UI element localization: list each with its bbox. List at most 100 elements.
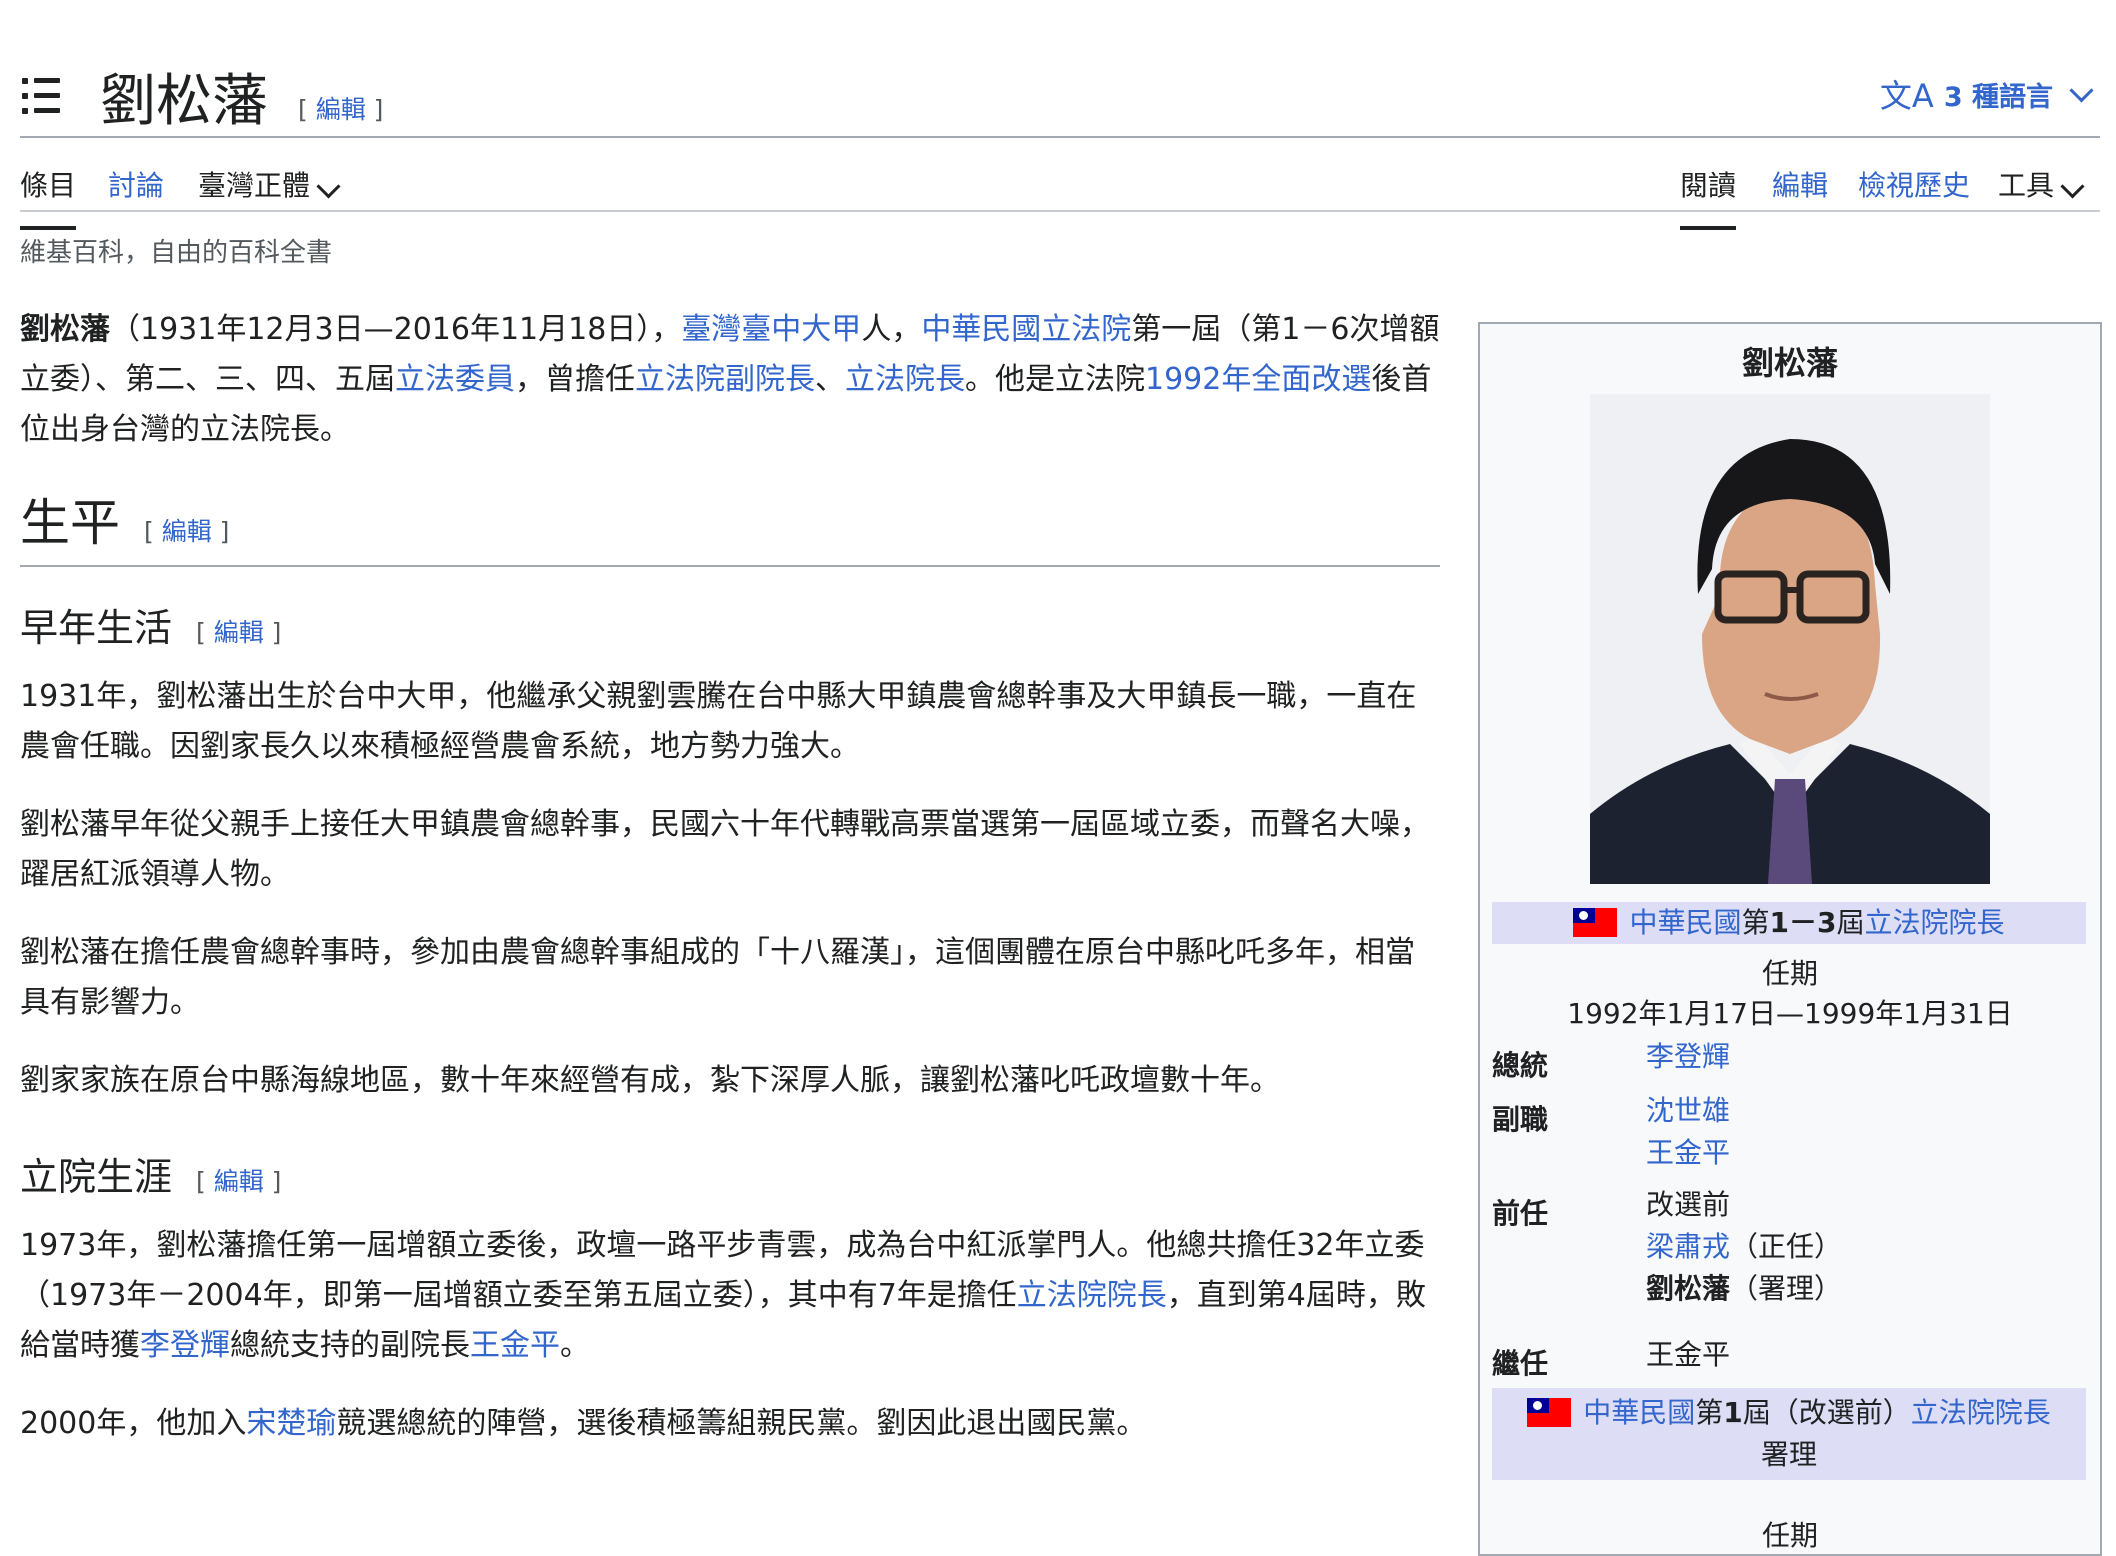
successor-name: 王金平 bbox=[1646, 1338, 1731, 1371]
text: 競選總統的陣營，選後積極籌組親民黨。劉因此退出國民黨。 bbox=[336, 1406, 1147, 1441]
link-wang-jin-pyng[interactable]: 王金平 bbox=[470, 1328, 560, 1363]
row-label: 副職 bbox=[1492, 1103, 1549, 1136]
tab-talk[interactable]: 討論 bbox=[108, 164, 164, 204]
link-legislative-yuan[interactable]: 中華民國立法院 bbox=[921, 312, 1131, 347]
office-title: 中華民國第1屆（改選前）立法院院長 bbox=[1492, 1392, 2086, 1434]
text: 。 bbox=[560, 1328, 590, 1363]
link-legislator[interactable]: 立法委員 bbox=[395, 362, 515, 397]
heading-text: 早年生活 bbox=[20, 606, 173, 650]
predecessor-2: 劉松藩（署理） bbox=[1646, 1268, 1842, 1310]
portrait-photo bbox=[1590, 394, 1990, 884]
row-label: 繼任 bbox=[1492, 1347, 1549, 1380]
roc-flag-icon bbox=[1573, 908, 1618, 937]
paragraph: 1931年，劉松藩出生於台中大甲，他繼承父親劉雲騰在台中縣大甲鎮農會總幹事及大甲… bbox=[20, 679, 1417, 764]
infobox-title: 劉松藩 bbox=[1741, 344, 1838, 382]
tools-dropdown[interactable]: 工具 bbox=[1998, 164, 2087, 204]
text: 人， bbox=[861, 312, 922, 347]
site-tagline: 維基百科，自由的百科全書 bbox=[20, 238, 333, 268]
link-liang-su-yung[interactable]: 梁肅戎 bbox=[1646, 1230, 1730, 1263]
edit-link[interactable]: 編輯 bbox=[214, 618, 264, 647]
office-header: 中華民國第1屆（改選前）立法院院長 署理 bbox=[1492, 1388, 2086, 1480]
infobox: 劉松藩 中華民國第1－3屆立法院院長 任期 1992年1月17日—1999年1月… bbox=[1478, 322, 2102, 1556]
text: ，曾擔任 bbox=[515, 362, 635, 397]
section-edit: [ 編輯 ] bbox=[144, 517, 230, 546]
link-lee-teng-hui[interactable]: 李登輝 bbox=[1646, 1036, 1730, 1078]
text: 第 bbox=[1741, 906, 1770, 939]
tab-history[interactable]: 檢視歷史 bbox=[1858, 164, 1970, 204]
text: （1931年12月3日—2016年11月18日）， bbox=[110, 312, 682, 347]
title-bar: 劉松藩 [ 編輯 ] 文A 3 種語言 bbox=[20, 48, 2100, 138]
subject-name: 劉松藩 bbox=[20, 312, 110, 347]
tools-label: 工具 bbox=[1998, 169, 2055, 202]
portrait-image[interactable] bbox=[1590, 394, 1990, 884]
section-edit: [ 編輯 ] bbox=[196, 618, 282, 647]
link-president-ly[interactable]: 立法院院長 bbox=[1911, 1396, 2051, 1429]
link-roc[interactable]: 中華民國 bbox=[1583, 1396, 1695, 1429]
paragraph: 2000年，他加入宋楚瑜競選總統的陣營，選後積極籌組親民黨。劉因此退出國民黨。 bbox=[20, 1399, 1440, 1449]
text: 屆 bbox=[1836, 906, 1865, 939]
section-heading-biography: 生平 [ 編輯 ] bbox=[20, 483, 1440, 567]
language-count-label: 3 種語言 bbox=[1943, 81, 2053, 113]
chevron-down-icon bbox=[2069, 77, 2094, 103]
heading-text: 立院生涯 bbox=[20, 1155, 173, 1199]
link-taichung-dajia[interactable]: 臺灣臺中大甲 bbox=[681, 312, 861, 347]
row-label: 總統 bbox=[1492, 1049, 1549, 1082]
term-number: 1 bbox=[1723, 1396, 1743, 1429]
toc-menu-icon[interactable] bbox=[22, 78, 62, 114]
text: 、 bbox=[815, 362, 845, 397]
text: 。他是立法院 bbox=[965, 362, 1145, 397]
variant-label: 臺灣正體 bbox=[198, 169, 311, 202]
term-number: 1－3 bbox=[1769, 906, 1837, 939]
title-edit-link: [ 編輯 ] bbox=[298, 95, 384, 124]
text: （署理） bbox=[1730, 1272, 1843, 1305]
link-james-soong[interactable]: 宋楚瑜 bbox=[246, 1406, 336, 1441]
text: 屆（改選前） bbox=[1742, 1396, 1911, 1429]
section-edit: [ 編輯 ] bbox=[196, 1167, 282, 1196]
term-dates: 1992年1月17日—1999年1月31日 bbox=[1567, 997, 2013, 1030]
chevron-down-icon bbox=[316, 174, 341, 199]
link-president-ly[interactable]: 立法院院長 bbox=[1017, 1278, 1167, 1313]
edit-link[interactable]: 編輯 bbox=[316, 95, 366, 124]
term-label: 任期 bbox=[1761, 957, 1818, 990]
section-heading-early-life: 早年生活 [ 編輯 ] bbox=[20, 597, 1440, 652]
row-label: 前任 bbox=[1492, 1197, 1549, 1230]
roc-flag-icon bbox=[1527, 1398, 1572, 1427]
link-president-ly[interactable]: 立法院院長 bbox=[1865, 906, 2005, 939]
variant-dropdown[interactable]: 臺灣正體 bbox=[198, 164, 343, 204]
section-heading-career: 立院生涯 [ 編輯 ] bbox=[20, 1146, 1440, 1201]
self-name: 劉松藩 bbox=[1646, 1272, 1731, 1305]
page-title: 劉松藩 bbox=[100, 69, 268, 134]
edit-link[interactable]: 編輯 bbox=[162, 517, 212, 546]
link-shen-shih-hsiung[interactable]: 沈世雄 bbox=[1646, 1090, 1730, 1132]
text: 第 bbox=[1695, 1396, 1724, 1429]
tab-edit[interactable]: 編輯 bbox=[1772, 164, 1828, 204]
text: 2000年，他加入 bbox=[20, 1406, 247, 1441]
link-wang-jin-pyng[interactable]: 王金平 bbox=[1646, 1132, 1730, 1174]
link-1992-election[interactable]: 1992年全面改選 bbox=[1145, 362, 1371, 397]
paragraph: 1973年，劉松藩擔任第一屆增額立委後，政壇一路平步青雲，成為台中紅派掌門人。他… bbox=[20, 1221, 1440, 1371]
office-header: 中華民國第1－3屆立法院院長 bbox=[1492, 902, 2086, 944]
link-vice-president-ly[interactable]: 立法院副院長 bbox=[635, 362, 815, 397]
edit-link[interactable]: 編輯 bbox=[214, 1167, 264, 1196]
tab-article[interactable]: 條目 bbox=[20, 164, 77, 230]
text: （正任） bbox=[1730, 1230, 1843, 1263]
language-button[interactable]: 文A 3 種語言 bbox=[1880, 72, 2096, 116]
paragraph: 劉松藩在擔任農會總幹事時，參加由農會總幹事組成的「十八羅漢」，這個團體在原台中縣… bbox=[20, 935, 1415, 1020]
predecessor-1: 梁肅戎（正任） bbox=[1646, 1226, 1842, 1268]
heading-text: 生平 bbox=[20, 494, 120, 552]
text: 總統支持的副院長 bbox=[230, 1328, 470, 1363]
lead-paragraph: 劉松藩（1931年12月3日—2016年11月18日），臺灣臺中大甲人，中華民國… bbox=[20, 305, 1440, 455]
acting-label: 署理 bbox=[1760, 1438, 1817, 1471]
paragraph: 劉松藩早年從父親手上接任大甲鎮農會總幹事，民國六十年代轉戰高票當選第一屆區域立委… bbox=[20, 807, 1430, 892]
page-tabs: 條目 討論 臺灣正體 閱讀 編輯 檢視歷史 工具 bbox=[20, 136, 2100, 230]
chevron-down-icon bbox=[2060, 174, 2085, 199]
article-body: 劉松藩（1931年12月3日—2016年11月18日），臺灣臺中大甲人，中華民國… bbox=[20, 305, 1440, 1477]
term-label: 任期 bbox=[1761, 1519, 1818, 1552]
paragraph: 劉家家族在原台中縣海線地區，數十年來經營有成，紮下深厚人脈，讓劉松藩叱吒政壇數十… bbox=[20, 1063, 1280, 1098]
link-roc[interactable]: 中華民國 bbox=[1629, 906, 1741, 939]
link-lee-teng-hui[interactable]: 李登輝 bbox=[140, 1328, 230, 1363]
translate-icon: 文A bbox=[1879, 77, 1934, 115]
predecessor-note: 改選前 bbox=[1646, 1188, 1731, 1221]
link-president-ly[interactable]: 立法院長 bbox=[845, 362, 965, 397]
tab-read[interactable]: 閱讀 bbox=[1680, 164, 1737, 230]
